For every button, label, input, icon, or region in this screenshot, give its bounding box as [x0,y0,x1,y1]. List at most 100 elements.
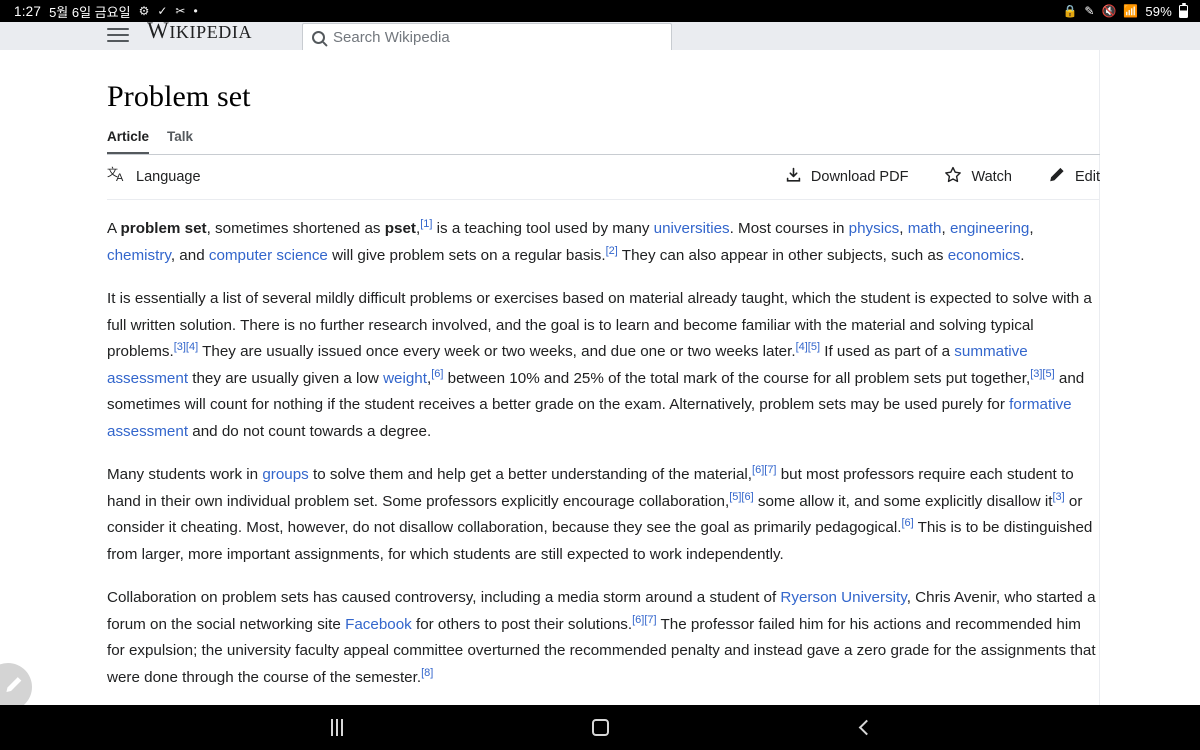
paragraph: Collaboration on problem sets has caused… [107,585,1100,691]
paragraph: Many students work in groups to solve th… [107,462,1100,568]
status-bar-left: 1:27 5월 6일 금요일 ⚙ ✓ ✂ • [0,2,198,21]
home-icon[interactable] [565,705,635,750]
article-link[interactable]: economics [948,247,1021,264]
reference-marker[interactable]: [3][5] [1030,367,1054,379]
article-link[interactable]: Facebook [345,616,412,633]
text-run: , [941,220,950,237]
star-icon [944,166,962,188]
text-run: will give problem sets on a regular basi… [327,246,606,264]
language-button[interactable]: 文 A Language [107,165,201,189]
bold-term: problem set [120,220,207,237]
text-run: , [1029,220,1034,237]
text-run: they are usually given a low [188,369,384,387]
article-content-area: Problem set Article Talk 文 A Language Do… [0,50,1200,705]
gear-icon: ⚙ [138,4,150,18]
reference-marker[interactable]: [2] [606,244,618,256]
text-run: If used as part of a [820,343,955,360]
article-link[interactable]: chemistry [107,247,171,264]
reference-marker[interactable]: [6][7] [752,464,776,476]
wordmark-rest: IKIPEDIA [169,22,253,42]
dot-icon: • [193,4,198,18]
reference-marker[interactable]: [6] [431,367,443,379]
check-icon: ✓ [157,4,168,18]
search-input[interactable]: Search Wikipedia [302,23,672,50]
reference-marker[interactable]: [5][6] [729,490,753,502]
reference-marker[interactable]: [3] [1052,490,1064,502]
watch-label: Watch [971,169,1012,185]
article-tabs: Article Talk [107,129,1100,155]
article-link[interactable]: engineering [950,220,1029,237]
back-icon[interactable] [829,705,899,750]
wikipedia-header: WIKIPEDIA Search Wikipedia [0,22,1200,50]
battery-icon [1179,2,1188,18]
page-frame: Problem set Article Talk 文 A Language Do… [0,50,1100,705]
article-link[interactable]: groups [262,466,308,483]
text-run: is a teaching tool used by many [432,220,654,237]
text-run: , sometimes shortened as [206,220,385,237]
text-run: and do not count towards a degree. [188,422,432,440]
bold-term: pset [384,220,416,237]
hamburger-icon[interactable] [107,25,131,45]
download-pdf-button[interactable]: Download PDF [785,167,909,188]
scissors-icon: ✂ [175,4,186,18]
pencil-icon: ✎ [1084,4,1095,18]
search-icon [312,31,325,44]
reference-marker[interactable]: [4][5] [796,341,820,353]
svg-text:A: A [116,172,124,184]
page-title: Problem set [107,80,251,113]
text-run: for others to post their solutions. [411,615,633,633]
android-nav-bar [0,705,1200,750]
reference-marker[interactable]: [1] [420,218,432,230]
article-link[interactable]: Ryerson University [780,589,906,606]
status-clock: 1:27 [14,3,42,19]
battery-percent-label: 59% [1145,3,1172,19]
text-run: , and [170,246,209,264]
pencil-icon [1048,166,1066,188]
tab-talk[interactable]: Talk [167,129,193,154]
text-run: . [1020,246,1025,264]
volume-mute-icon: 🔇 [1101,4,1117,18]
edit-button[interactable]: Edit [1048,166,1100,188]
text-run: Collaboration on problem sets has caused… [107,589,781,606]
paragraph: It is essentially a list of several mild… [107,286,1100,445]
pencil-icon [0,675,24,700]
article-link[interactable]: computer science [209,247,328,264]
article-link[interactable]: universities [654,220,730,237]
tab-article[interactable]: Article [107,129,150,154]
article-prose: A problem set, sometimes shortened as ps… [107,216,1100,691]
text-run: A [107,220,121,237]
text-run: They can also appear in other subjects, … [617,246,948,264]
text-run: Many students work in [107,466,263,483]
action-bar-right: Download PDF Watch Edit [785,166,1100,188]
reference-marker[interactable]: [8] [421,666,433,678]
device-screen: 1:27 5월 6일 금요일 ⚙ ✓ ✂ • 🔒 ✎ 🔇 📶 59% WIKIP… [0,0,1200,750]
recents-icon[interactable] [302,705,372,750]
wikipedia-wordmark[interactable]: WIKIPEDIA [147,22,252,44]
wordmark-initial: W [147,22,170,43]
text-run: some allow it, and some explicitly disal… [753,492,1053,510]
reference-marker[interactable]: [3][4] [174,341,198,353]
page-inner: Problem set Article Talk 文 A Language Do… [0,80,1100,691]
reference-marker[interactable]: [6] [901,517,913,529]
article-link[interactable]: weight [383,370,427,387]
article-link[interactable]: math [908,220,942,237]
article-link[interactable]: physics [849,220,900,237]
status-bar-right: 🔒 ✎ 🔇 📶 59% [1062,2,1200,19]
text-run: between 10% and 25% of the total mark of… [443,369,1031,387]
reference-marker[interactable]: [6][7] [632,613,656,625]
paragraph: A problem set, sometimes shortened as ps… [107,216,1100,269]
language-label: Language [136,169,201,185]
article-action-bar: 文 A Language Download PDF Watch Edit [107,155,1100,200]
text-run: , [899,220,908,237]
wifi-icon: 📶 [1123,4,1139,18]
text-run: to solve them and help get a better unde… [308,466,753,483]
text-run: . Most courses in [729,220,849,237]
download-icon [785,167,802,188]
lock-icon: 🔒 [1062,4,1078,18]
download-pdf-label: Download PDF [810,169,909,185]
text-run: They are usually issued once every week … [198,343,796,360]
android-status-bar: 1:27 5월 6일 금요일 ⚙ ✓ ✂ • 🔒 ✎ 🔇 📶 59% [0,0,1200,22]
edit-label: Edit [1075,169,1100,185]
watch-button[interactable]: Watch [944,166,1012,188]
status-date: 5월 6일 금요일 [49,4,131,20]
